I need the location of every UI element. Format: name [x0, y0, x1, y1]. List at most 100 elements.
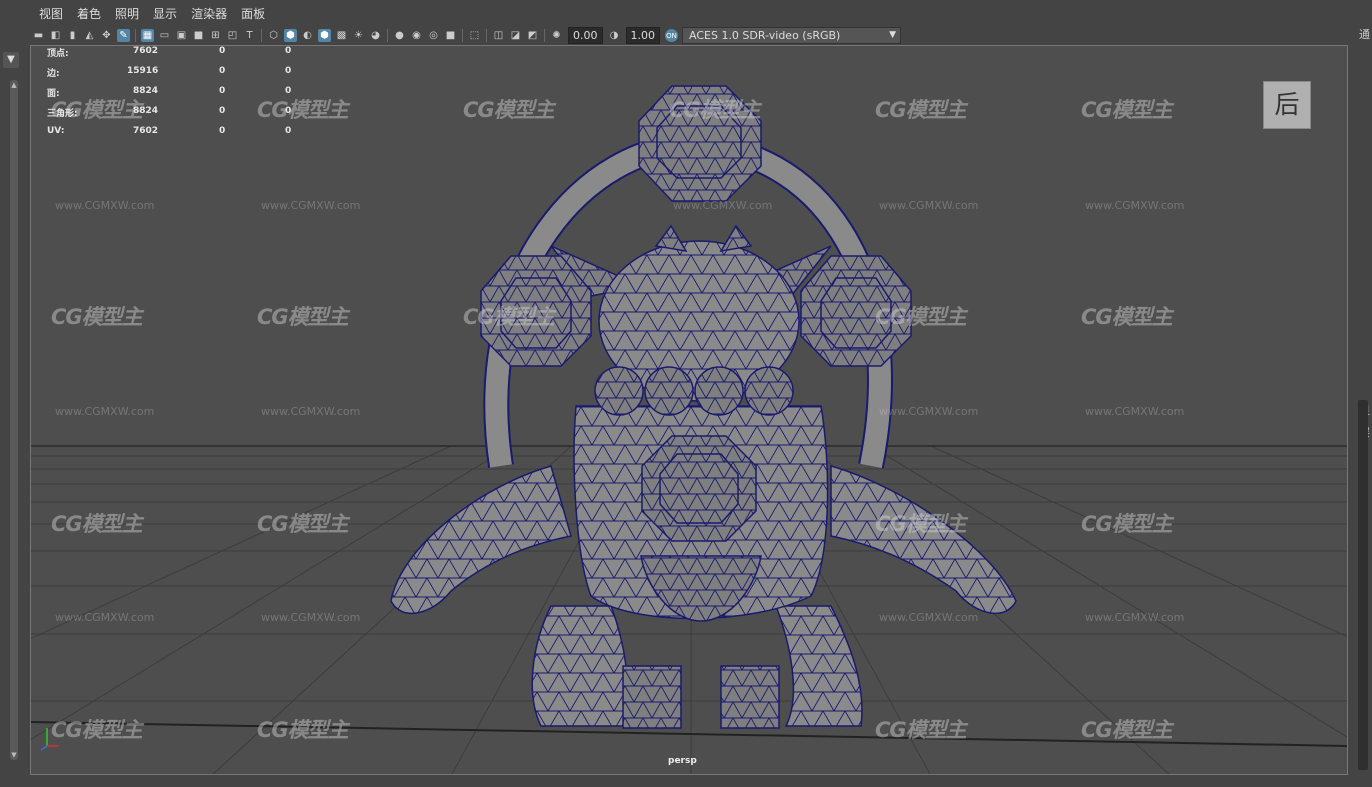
- hud-value: 8824: [133, 86, 159, 96]
- watermark-logo: CG模型主: [669, 98, 761, 122]
- camera-label: persp: [668, 756, 697, 766]
- watermark-logo: CG模型主: [1081, 512, 1173, 536]
- watermark-url: www.CGMXW.com: [261, 405, 361, 418]
- menu-show[interactable]: 显示: [153, 5, 177, 22]
- textured-icon[interactable]: ▩: [335, 29, 348, 42]
- view-transform-select[interactable]: ACES 1.0 SDR-video (sRGB) ▼: [682, 27, 901, 44]
- camera-attributes-icon[interactable]: ◧: [49, 29, 62, 42]
- hud-value: 7602: [133, 126, 159, 136]
- hud-label: 面:: [47, 89, 60, 99]
- menu-view[interactable]: 视图: [39, 5, 63, 22]
- watermark-logo: CG模型主: [463, 305, 555, 329]
- watermark-url: www.CGMXW.com: [55, 611, 155, 624]
- xray-joints-icon[interactable]: ◩: [526, 29, 539, 42]
- watermark-logo: CG模型主: [1081, 98, 1173, 122]
- menu-lighting[interactable]: 照明: [115, 5, 139, 22]
- multisample-aa-icon[interactable]: ◎: [427, 29, 440, 42]
- watermark-url: www.CGMXW.com: [1085, 405, 1185, 418]
- hud-value: 7602: [133, 46, 159, 56]
- bottom-bar: [0, 775, 1372, 787]
- axis-gizmo: [40, 728, 59, 751]
- hud-value: 8824: [133, 106, 159, 116]
- watermark-url: www.CGMXW.com: [879, 199, 979, 212]
- watermark-logo: CG模型主: [875, 98, 967, 122]
- safe-action-icon[interactable]: ◰: [226, 29, 239, 42]
- menu-renderer[interactable]: 渲染器: [191, 5, 227, 22]
- toolbar-separator: [261, 29, 262, 42]
- motion-blur-icon[interactable]: ◉: [410, 29, 423, 42]
- panel-toolbar: ▬ ◧ ▮ ◭ ✥ ✎ ▦ ▭ ▣ ■ ⊞ ◰ T ⬡ ⬢ ◐ ⬢ ▩ ☀ ◕ …: [30, 26, 1348, 45]
- hud-row-faces: 面: 8824 0 0: [47, 86, 327, 106]
- hud-value: 0: [285, 66, 292, 76]
- watermark-logo: CG模型主: [875, 512, 967, 536]
- watermark-url: www.CGMXW.com: [55, 199, 155, 212]
- menu-shading[interactable]: 着色: [77, 5, 101, 22]
- field-chart-icon[interactable]: ⊞: [209, 29, 222, 42]
- shadows-icon[interactable]: ◕: [369, 29, 382, 42]
- watermark-logo: CG模型主: [463, 98, 555, 122]
- view-transform-value: ACES 1.0 SDR-video (sRGB): [689, 29, 841, 42]
- exposure-icon[interactable]: ✺: [550, 29, 563, 42]
- wireframe-on-shaded-icon[interactable]: ⬢: [318, 29, 331, 42]
- watermark-url: www.CGMXW.com: [673, 199, 773, 212]
- depth-of-field-icon[interactable]: ■: [444, 29, 457, 42]
- 2d-pan-zoom-icon[interactable]: ✥: [100, 29, 113, 42]
- exposure-field[interactable]: 0.00: [568, 27, 603, 44]
- scroll-up-icon[interactable]: ▲: [10, 80, 18, 90]
- hud-value: 0: [285, 86, 292, 96]
- xray-icon[interactable]: ◫: [492, 29, 505, 42]
- panel-menubar: 视图 着色 照明 显示 渲染器 面板: [30, 0, 1348, 26]
- hud-value: 0: [219, 126, 226, 136]
- select-camera-icon[interactable]: ▬: [32, 29, 45, 42]
- right-scrollbar[interactable]: [1358, 400, 1368, 770]
- hud-value: 15916: [127, 66, 159, 76]
- watermark-logo: CG模型主: [1081, 718, 1173, 742]
- hud-label: 顶点:: [47, 49, 69, 59]
- color-management-toggle[interactable]: ON: [665, 29, 678, 42]
- xray-active-components-icon[interactable]: ◪: [509, 29, 522, 42]
- watermark-url: www.CGMXW.com: [1085, 199, 1185, 212]
- safe-title-icon[interactable]: T: [243, 29, 256, 42]
- toolbar-separator: [486, 29, 487, 42]
- left-dropdown[interactable]: ▼: [3, 52, 19, 68]
- gate-mask-icon[interactable]: ■: [192, 29, 205, 42]
- gamma-icon[interactable]: ◑: [608, 29, 621, 42]
- menu-panels[interactable]: 面板: [241, 5, 265, 22]
- film-gate-icon[interactable]: ▭: [158, 29, 171, 42]
- grease-pencil-icon[interactable]: ✎: [117, 29, 130, 42]
- hud-label: UV:: [47, 126, 65, 136]
- watermark-url: www.CGMXW.com: [1085, 611, 1185, 624]
- screen-space-ao-icon[interactable]: ●: [393, 29, 406, 42]
- hud-value: 0: [219, 66, 226, 76]
- watermark-logo: CG模型主: [257, 305, 349, 329]
- watermark-logo: CG模型主: [51, 305, 143, 329]
- lights-icon[interactable]: ☀: [352, 29, 365, 42]
- scroll-down-icon[interactable]: ▼: [10, 750, 18, 760]
- watermark-url: www.CGMXW.com: [261, 611, 361, 624]
- hud-value: 0: [285, 126, 292, 136]
- watermark-url: www.CGMXW.com: [55, 405, 155, 418]
- grid-icon[interactable]: ▦: [141, 29, 154, 42]
- smooth-shade-icon[interactable]: ⬢: [284, 29, 297, 42]
- watermark-logo: CG模型主: [1081, 305, 1173, 329]
- wireframe-icon[interactable]: ⬡: [267, 29, 280, 42]
- chevron-down-icon: ▼: [889, 30, 896, 40]
- resolution-gate-icon[interactable]: ▣: [175, 29, 188, 42]
- watermark-logo: CG模型主: [875, 305, 967, 329]
- poly-count-hud: 顶点: 7602 0 0 边: 15916 0 0 面: 8824 0 0 三角…: [47, 46, 327, 146]
- z-axis-icon: [40, 745, 48, 751]
- gamma-field[interactable]: 1.00: [625, 27, 660, 44]
- perspective-viewport[interactable]: CG模型主 CG模型主 CG模型主 CG模型主 CG模型主 CG模型主 CG模型…: [30, 45, 1348, 775]
- watermark-logo: CG模型主: [257, 512, 349, 536]
- view-cube[interactable]: 后: [1263, 81, 1311, 129]
- toolbar-separator: [544, 29, 545, 42]
- hud-value: 0: [219, 86, 226, 96]
- isolate-select-icon[interactable]: ⬚: [468, 29, 481, 42]
- left-scrollbar[interactable]: ▲ ▼: [10, 80, 18, 760]
- watermark-logo: CG模型主: [257, 718, 349, 742]
- hud-value: 0: [219, 106, 226, 116]
- hud-value: 0: [285, 106, 292, 116]
- default-material-icon[interactable]: ◐: [301, 29, 314, 42]
- bookmark-icon[interactable]: ▮: [66, 29, 79, 42]
- image-plane-icon[interactable]: ◭: [83, 29, 96, 42]
